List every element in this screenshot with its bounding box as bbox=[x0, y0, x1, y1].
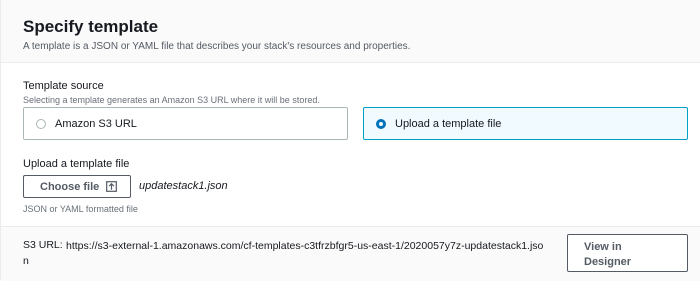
radio-label: Upload a template file bbox=[395, 118, 502, 130]
radio-option-amazon-s3-url[interactable]: Amazon S3 URL bbox=[23, 107, 348, 140]
s3-url-line-2: n bbox=[23, 255, 29, 267]
panel-header: Specify template A template is a JSON or… bbox=[1, 0, 700, 63]
template-source-description: Selecting a template generates an Amazon… bbox=[23, 95, 320, 105]
specify-template-panel: Specify template A template is a JSON or… bbox=[0, 0, 700, 281]
choose-file-label: Choose file bbox=[40, 181, 100, 193]
upload-icon bbox=[106, 181, 117, 192]
radio-option-upload-template-file[interactable]: Upload a template file bbox=[363, 107, 688, 140]
s3-url-row: S3 URL: https://s3-external-1.amazonaws.… bbox=[1, 226, 700, 281]
radio-label: Amazon S3 URL bbox=[55, 118, 137, 130]
view-in-designer-button[interactable]: View in Designer bbox=[567, 234, 688, 272]
view-in-designer-label-2: Designer bbox=[584, 256, 632, 268]
radio-button-selected[interactable] bbox=[376, 119, 386, 129]
selected-file-name: updatestack1.json bbox=[139, 180, 228, 192]
file-format-hint: JSON or YAML formatted file bbox=[23, 204, 138, 214]
s3-url-label: S3 URL: bbox=[23, 239, 63, 251]
upload-file-label: Upload a template file bbox=[23, 158, 130, 170]
s3-url-value: https://s3-external-1.amazonaws.com/cf-t… bbox=[23, 239, 566, 269]
page-title: Specify template bbox=[23, 17, 159, 36]
page-subtitle: A template is a JSON or YAML file that d… bbox=[23, 41, 411, 52]
view-in-designer-label-1: View in bbox=[584, 241, 622, 253]
template-source-label: Template source bbox=[23, 80, 104, 92]
s3-url-line-1: https://s3-external-1.amazonaws.com/cf-t… bbox=[66, 240, 544, 252]
radio-button[interactable] bbox=[36, 119, 46, 129]
choose-file-button[interactable]: Choose file bbox=[23, 175, 131, 198]
